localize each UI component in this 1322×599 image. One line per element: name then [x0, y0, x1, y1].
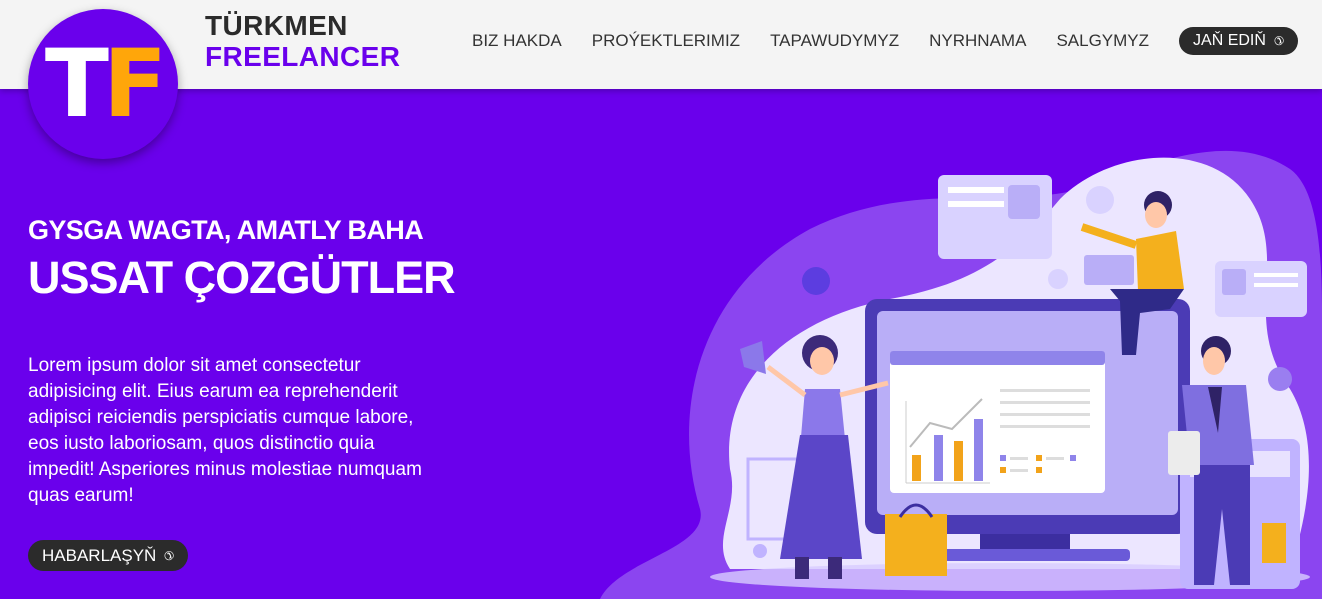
hero-section: GYSGA WAGTA, AMATLY BAHA USSAT ÇOZGÜTLER… — [0, 89, 1322, 599]
nav-item-about[interactable]: BIZ HAKDA — [472, 28, 562, 54]
phone-icon: ✆ — [164, 548, 175, 563]
logo-letter-t: T — [44, 29, 109, 139]
brand-line-1: TÜRKMEN — [205, 10, 348, 41]
brand-name[interactable]: TÜRKMEN FREELANCER — [205, 10, 400, 72]
phone-icon: ✆ — [1273, 34, 1284, 48]
nav-item-projects[interactable]: PROÝEKTLERIMIZ — [592, 28, 740, 54]
hero-subtitle: GYSGA WAGTA, AMATLY BAHA — [28, 215, 424, 245]
logo-letter-f: F — [102, 29, 167, 139]
hero-title: USSAT ÇOZGÜTLER — [28, 252, 456, 303]
nav-item-features[interactable]: TAPAWUDYMYZ — [770, 28, 899, 54]
contact-button-label: HABARLAŞYŇ — [42, 545, 157, 565]
call-button-label: JAŇ EDIŇ — [1193, 32, 1266, 49]
call-button[interactable]: JAŇ EDIŇ ✆ — [1179, 27, 1298, 55]
nav-item-pricing[interactable]: NYRHNAMA — [929, 28, 1026, 54]
site-header: TÜRKMEN FREELANCER BIZ HAKDA PROÝEKTLERI… — [0, 0, 1322, 89]
logo[interactable]: T F — [28, 9, 178, 159]
freelancer-illustration — [600, 150, 1322, 599]
main-nav: BIZ HAKDA PROÝEKTLERIMIZ TAPAWUDYMYZ NYR… — [442, 27, 1298, 55]
brand-line-2: FREELANCER — [205, 41, 401, 72]
contact-button[interactable]: HABARLAŞYŇ ✆ — [28, 540, 189, 571]
nav-item-address[interactable]: SALGYMYZ — [1056, 28, 1149, 54]
hero-description: Lorem ipsum dolor sit amet consectetur a… — [28, 355, 422, 506]
